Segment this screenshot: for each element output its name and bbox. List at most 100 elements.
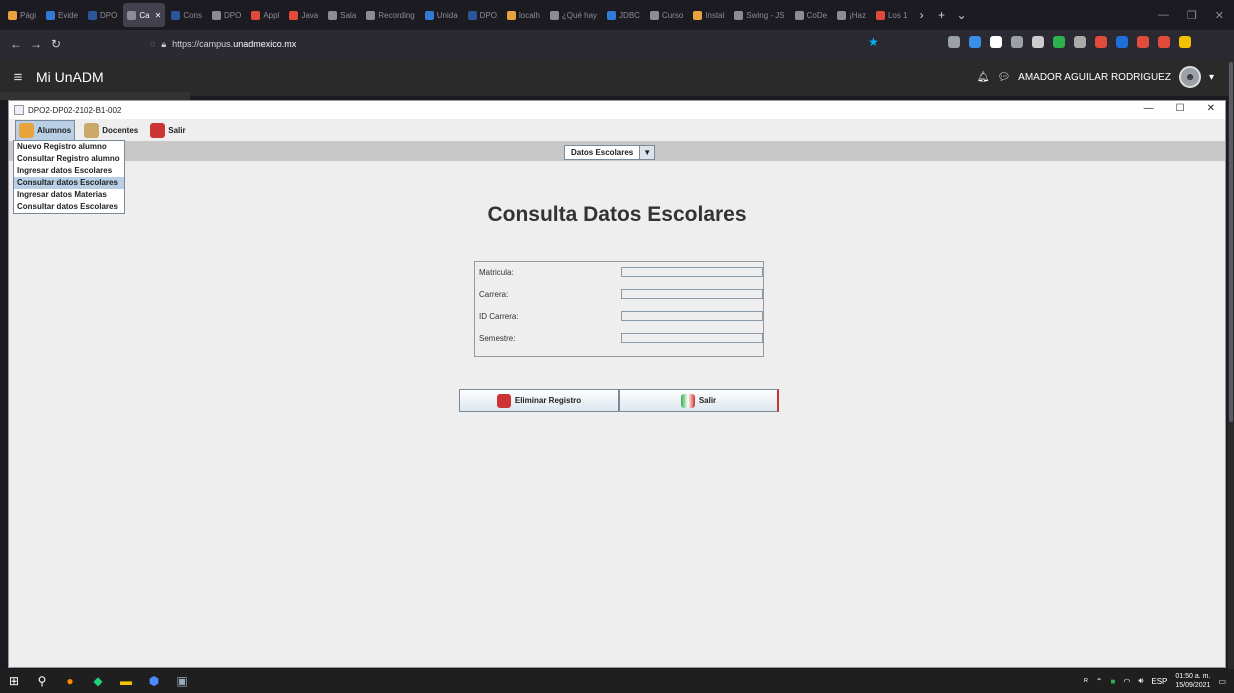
tab-favicon-icon xyxy=(607,10,617,20)
form-row: Carrera: xyxy=(479,289,763,301)
tray-chevron-icon[interactable]: ⌃ xyxy=(1096,677,1103,686)
text-field[interactable] xyxy=(621,333,763,343)
browser-tab[interactable]: Cons xyxy=(167,3,206,27)
file-explorer-icon[interactable]: ▬ xyxy=(112,669,140,693)
tab-favicon-icon xyxy=(8,10,17,20)
browser-tab[interactable]: ¿Qué hay xyxy=(546,3,601,27)
back-button[interactable]: ← xyxy=(6,37,26,51)
browser-tab[interactable]: Los 1 xyxy=(872,3,912,27)
scrollbar-thumb[interactable] xyxy=(1229,62,1233,422)
clock-time: 01:50 a. m. xyxy=(1175,673,1211,680)
exit-button[interactable]: Salir xyxy=(619,389,779,412)
site-brand[interactable]: Mi UnADM xyxy=(36,69,104,85)
menu-salir[interactable]: Salir xyxy=(147,121,188,140)
dropdown-menu-item[interactable]: Ingresar datos Escolares xyxy=(14,165,124,177)
language-indicator[interactable]: ESP xyxy=(1151,677,1167,686)
extension-icon[interactable] xyxy=(1095,36,1107,48)
browser-tab[interactable]: Evide xyxy=(42,3,82,27)
browser-tab[interactable]: Recording xyxy=(362,3,418,27)
browser-tab[interactable]: Pági xyxy=(4,3,40,27)
menu-docentes[interactable]: Docentes xyxy=(81,121,141,140)
browser-tab[interactable]: Sala xyxy=(324,3,360,27)
browser-tab[interactable]: ¡Haz xyxy=(833,3,870,27)
menu-icon[interactable]: ≡ xyxy=(0,69,36,86)
extension-icon[interactable] xyxy=(1053,36,1065,48)
field-label: Carrera: xyxy=(479,290,509,299)
extension-icon[interactable] xyxy=(969,36,981,48)
extension-icon[interactable] xyxy=(1074,36,1086,48)
url-bar[interactable]: ◌ 🔒︎ https://campus.unadmexico.mx xyxy=(150,34,880,54)
user-name[interactable]: AMADOR AGUILAR RODRIGUEZ xyxy=(1018,72,1171,83)
notifications-icon[interactable]: ▭ xyxy=(1218,677,1226,686)
extension-icon[interactable] xyxy=(1011,36,1023,48)
browser-tab[interactable]: Instal xyxy=(689,3,728,27)
chat-icon[interactable]: 💬︎ xyxy=(997,72,1010,83)
browser-tab[interactable]: localh xyxy=(503,3,544,27)
close-tab-icon[interactable]: ✕ xyxy=(155,11,162,20)
people-icon[interactable]: ᴿ xyxy=(1084,677,1088,686)
datos-combo-box[interactable]: Datos Escolares ▼ xyxy=(564,145,656,160)
dropdown-arrow-icon[interactable]: ▼ xyxy=(639,146,655,159)
tab-label: DPO xyxy=(224,10,242,20)
forward-button[interactable]: → xyxy=(26,37,46,51)
extension-icon[interactable] xyxy=(1158,36,1170,48)
text-field[interactable] xyxy=(621,267,763,277)
intellij-icon[interactable]: ◆ xyxy=(84,669,112,693)
dropdown-menu-item[interactable]: Consultar datos Escolares xyxy=(14,201,124,213)
user-menu-caret-icon[interactable]: ▾ xyxy=(1209,72,1214,83)
tab-label: CoDe xyxy=(806,10,828,20)
browser-tab[interactable]: JDBC xyxy=(603,3,644,27)
list-all-tabs-icon[interactable]: › xyxy=(912,8,932,22)
browser-tab[interactable]: Java xyxy=(285,3,322,27)
extension-icon[interactable] xyxy=(1032,36,1044,48)
field-label: Matricula: xyxy=(479,268,514,277)
window-minimize-button[interactable]: — xyxy=(1144,103,1154,114)
browser-tab[interactable]: DPO xyxy=(208,3,245,27)
reload-button[interactable]: ↻ xyxy=(46,37,66,51)
minimize-button[interactable]: — xyxy=(1158,9,1169,22)
firefox-icon[interactable]: ● xyxy=(56,669,84,693)
tray-app-icon[interactable]: ■ xyxy=(1111,677,1116,686)
dropdown-menu-item[interactable]: Nuevo Registro alumno xyxy=(14,141,124,153)
notification-bell-icon[interactable]: 🔔︎ xyxy=(977,72,990,83)
dropdown-menu-item[interactable]: Ingresar datos Materias xyxy=(14,189,124,201)
java-taskbar-icon[interactable]: ▣ xyxy=(168,669,196,693)
extension-icon[interactable] xyxy=(1179,36,1191,48)
extension-icon[interactable] xyxy=(990,36,1002,48)
extension-icon[interactable] xyxy=(948,36,960,48)
tab-label: Instal xyxy=(705,10,725,20)
browser-tab[interactable]: Curso xyxy=(646,3,687,27)
dropdown-menu-item[interactable]: Consultar Registro alumno xyxy=(14,153,124,165)
text-field[interactable] xyxy=(621,311,763,321)
tab-favicon-icon xyxy=(875,10,885,20)
browser-tab[interactable]: DPO xyxy=(464,3,501,27)
new-tab-button[interactable]: + xyxy=(932,8,952,22)
extension-icon[interactable] xyxy=(1137,36,1149,48)
avatar[interactable]: ☻ xyxy=(1178,66,1201,88)
extension-icon[interactable] xyxy=(1116,36,1128,48)
java-app-window: DPO2-DP02-2102-B1-002 — ☐ ✕ Alumnos Docen… xyxy=(8,100,1226,668)
text-field[interactable] xyxy=(621,289,763,299)
wifi-icon[interactable]: ◠ xyxy=(1123,677,1130,686)
restore-button[interactable]: ❐ xyxy=(1187,9,1197,22)
browser-tab[interactable]: Swing - JS xyxy=(730,3,788,27)
browser-tab[interactable]: Ca ✕ xyxy=(123,3,166,27)
app-icon[interactable]: ⬢ xyxy=(140,669,168,693)
delete-record-button[interactable]: Eliminar Registro xyxy=(459,389,619,412)
browser-tab[interactable]: Unida xyxy=(421,3,462,27)
chevron-down-icon[interactable]: ⌄ xyxy=(952,8,972,22)
window-close-button[interactable]: ✕ xyxy=(1207,103,1215,114)
browser-tab[interactable]: Appl xyxy=(247,3,283,27)
dropdown-menu-item[interactable]: Consultar datos Escolares xyxy=(14,177,124,189)
tab-label: DPO xyxy=(100,10,118,20)
search-icon[interactable]: ⚲ xyxy=(28,669,56,693)
window-maximize-button[interactable]: ☐ xyxy=(1176,103,1185,114)
browser-tab[interactable]: DPO xyxy=(84,3,121,27)
browser-tab[interactable]: CoDe xyxy=(791,3,831,27)
menu-alumnos[interactable]: Alumnos xyxy=(15,119,76,141)
close-button[interactable]: ✕ xyxy=(1215,9,1224,22)
clock[interactable]: 01:50 a. m. 15/09/2021 xyxy=(1175,672,1210,690)
windows-start-icon[interactable]: ⊞ xyxy=(0,669,28,693)
volume-icon[interactable]: 🔊︎ xyxy=(1138,676,1143,686)
bookmark-star-icon[interactable]: ★ xyxy=(868,35,879,49)
